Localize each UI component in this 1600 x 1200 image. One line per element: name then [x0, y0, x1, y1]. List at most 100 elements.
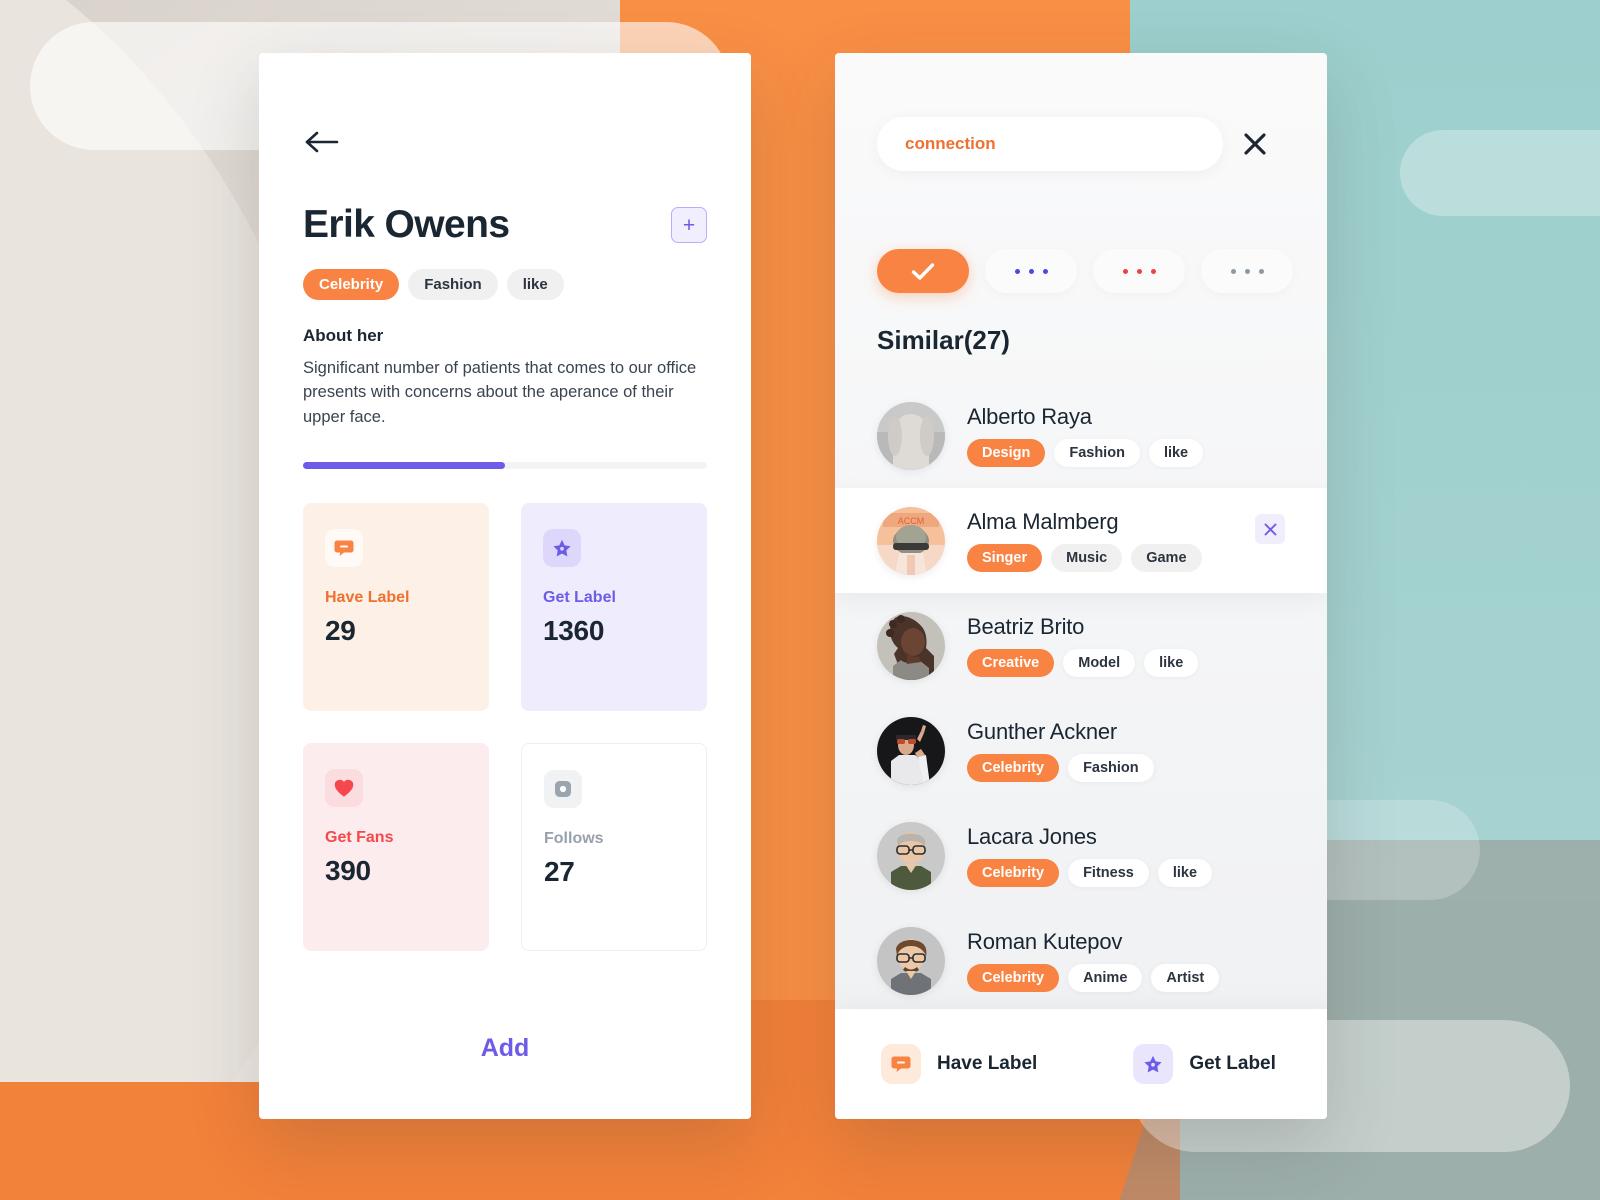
avatar-image: ACCM: [877, 506, 945, 575]
bottom-action-label: Get Label: [1189, 1053, 1276, 1074]
app-background: Erik Owens + Celebrity Fashion like Abou…: [0, 0, 1600, 1200]
person-tag[interactable]: Artist: [1151, 964, 1220, 992]
people-list: Alberto Raya Design Fashion like ACCM Al…: [835, 383, 1327, 1013]
person-tag[interactable]: Fashion: [1054, 439, 1140, 467]
plus-icon: +: [682, 213, 696, 237]
avatar: [877, 401, 945, 470]
dot-icon: [1014, 268, 1020, 274]
list-item[interactable]: Alberto Raya Design Fashion like: [835, 383, 1327, 488]
speech-bubble-minus-icon: [881, 1044, 921, 1084]
dismiss-person-button[interactable]: [1255, 514, 1285, 544]
person-tags: Celebrity Fitness like: [967, 859, 1285, 887]
add-button[interactable]: Add: [259, 1034, 751, 1063]
decorative-pill-top-right: [1400, 130, 1600, 216]
profile-tag-celebrity[interactable]: Celebrity: [303, 269, 400, 300]
avatar-image: [877, 821, 945, 890]
list-item[interactable]: ACCM Alma Malmberg Singer Music Game: [835, 488, 1327, 593]
person-tags: Celebrity Anime Artist: [967, 964, 1285, 992]
dot-icon: [1028, 268, 1034, 274]
dot-icon: [1042, 268, 1048, 274]
person-name: Gunther Ackner: [967, 719, 1118, 744]
person-tag[interactable]: Celebrity: [967, 859, 1060, 887]
list-item[interactable]: Gunther Ackner Celebrity Fashion: [835, 698, 1327, 803]
dot-icon: [1258, 268, 1264, 274]
stat-label: Have Label: [325, 589, 410, 606]
stat-card-follows[interactable]: Follows 27: [521, 743, 707, 951]
close-icon[interactable]: [1237, 126, 1273, 162]
avatar: [877, 716, 945, 785]
profile-header: Erik Owens +: [303, 203, 707, 247]
person-tag[interactable]: Anime: [1068, 964, 1143, 992]
dot-icon: [1244, 268, 1250, 274]
list-item-info: Alma Malmberg Singer Music Game: [967, 509, 1255, 572]
avatar-image: [877, 401, 945, 470]
list-item-info: Lacara Jones Celebrity Fitness like: [967, 824, 1285, 887]
person-tag[interactable]: Creative: [967, 649, 1055, 677]
avatar-image: [877, 611, 945, 680]
dot-icon: [1230, 268, 1236, 274]
profile-tag-fashion[interactable]: Fashion: [408, 269, 498, 300]
person-tag[interactable]: Celebrity: [967, 754, 1060, 782]
person-tag[interactable]: Model: [1063, 649, 1136, 677]
list-item[interactable]: Roman Kutepov Celebrity Anime Artist: [835, 908, 1327, 1013]
stat-card-get-label[interactable]: Get Label 1360: [521, 503, 707, 711]
person-tag[interactable]: like: [1157, 859, 1213, 887]
dot-icon: [1136, 268, 1142, 274]
list-item-info: Alberto Raya Design Fashion like: [967, 404, 1285, 467]
stat-label: Get Label: [543, 589, 616, 606]
close-icon: [1264, 523, 1276, 535]
bottom-action-label: Have Label: [937, 1053, 1038, 1074]
person-name: Beatriz Brito: [967, 614, 1085, 639]
filter-chip-selected[interactable]: [877, 249, 969, 293]
stat-label: Get Fans: [325, 829, 394, 846]
stat-value: 29: [325, 615, 356, 646]
filter-chip-blue[interactable]: [985, 249, 1077, 293]
stat-card-get-fans[interactable]: Get Fans 390: [303, 743, 489, 951]
person-tags: Singer Music Game: [967, 544, 1255, 572]
heart-icon: [325, 769, 363, 807]
stats-grid: Have Label 29 Get Label 1360 Get Fans 39…: [303, 503, 707, 951]
stat-value: 390: [325, 855, 371, 886]
person-name: Roman Kutepov: [967, 929, 1123, 954]
person-tag[interactable]: like: [1148, 439, 1204, 467]
avatar: [877, 821, 945, 890]
star-icon: [543, 529, 581, 567]
person-tag[interactable]: Fashion: [1068, 754, 1154, 782]
filter-chip-red[interactable]: [1093, 249, 1185, 293]
avatar-image: [877, 926, 945, 995]
back-arrow-icon[interactable]: [303, 125, 347, 159]
avatar: ACCM: [877, 506, 945, 575]
about-heading: About her: [303, 326, 384, 345]
avatar: [877, 926, 945, 995]
list-item[interactable]: Lacara Jones Celebrity Fitness like: [835, 803, 1327, 908]
person-tag[interactable]: Design: [967, 439, 1046, 467]
person-tag[interactable]: Celebrity: [967, 964, 1060, 992]
person-tag[interactable]: Singer: [967, 544, 1043, 572]
list-item[interactable]: Beatriz Brito Creative Model like: [835, 593, 1327, 698]
section-title: Similar(27): [877, 325, 1010, 355]
stat-card-have-label[interactable]: Have Label 29: [303, 503, 489, 711]
person-tags: Celebrity Fashion: [967, 754, 1285, 782]
speech-bubble-minus-icon: [325, 529, 363, 567]
profile-tag-like[interactable]: like: [506, 269, 564, 300]
profile-tags: Celebrity Fashion like: [303, 269, 564, 300]
list-item-info: Beatriz Brito Creative Model like: [967, 614, 1285, 677]
bottom-action-have-label[interactable]: Have Label: [881, 1044, 1037, 1084]
filter-chip-gray[interactable]: [1201, 249, 1293, 293]
person-tag[interactable]: Fitness: [1068, 859, 1149, 887]
stat-label: Follows: [544, 830, 604, 847]
search-input[interactable]: connection: [877, 117, 1223, 171]
profile-screen: Erik Owens + Celebrity Fashion like Abou…: [259, 53, 751, 1119]
person-name: Alma Malmberg: [967, 509, 1119, 534]
person-tag[interactable]: like: [1144, 649, 1199, 677]
star-icon: [1133, 1044, 1174, 1084]
connections-screen: connection Similar(27) Alberto Raya Desi…: [835, 53, 1327, 1119]
list-item-info: Roman Kutepov Celebrity Anime Artist: [967, 929, 1285, 992]
person-tag[interactable]: Music: [1051, 544, 1123, 572]
svg-text:ACCM: ACCM: [898, 516, 925, 526]
add-profile-button[interactable]: +: [671, 207, 707, 243]
person-tag[interactable]: Game: [1131, 544, 1202, 572]
dot-icon: [1150, 268, 1156, 274]
bottom-action-get-label[interactable]: Get Label: [1133, 1044, 1276, 1084]
avatar-image: [877, 716, 945, 785]
